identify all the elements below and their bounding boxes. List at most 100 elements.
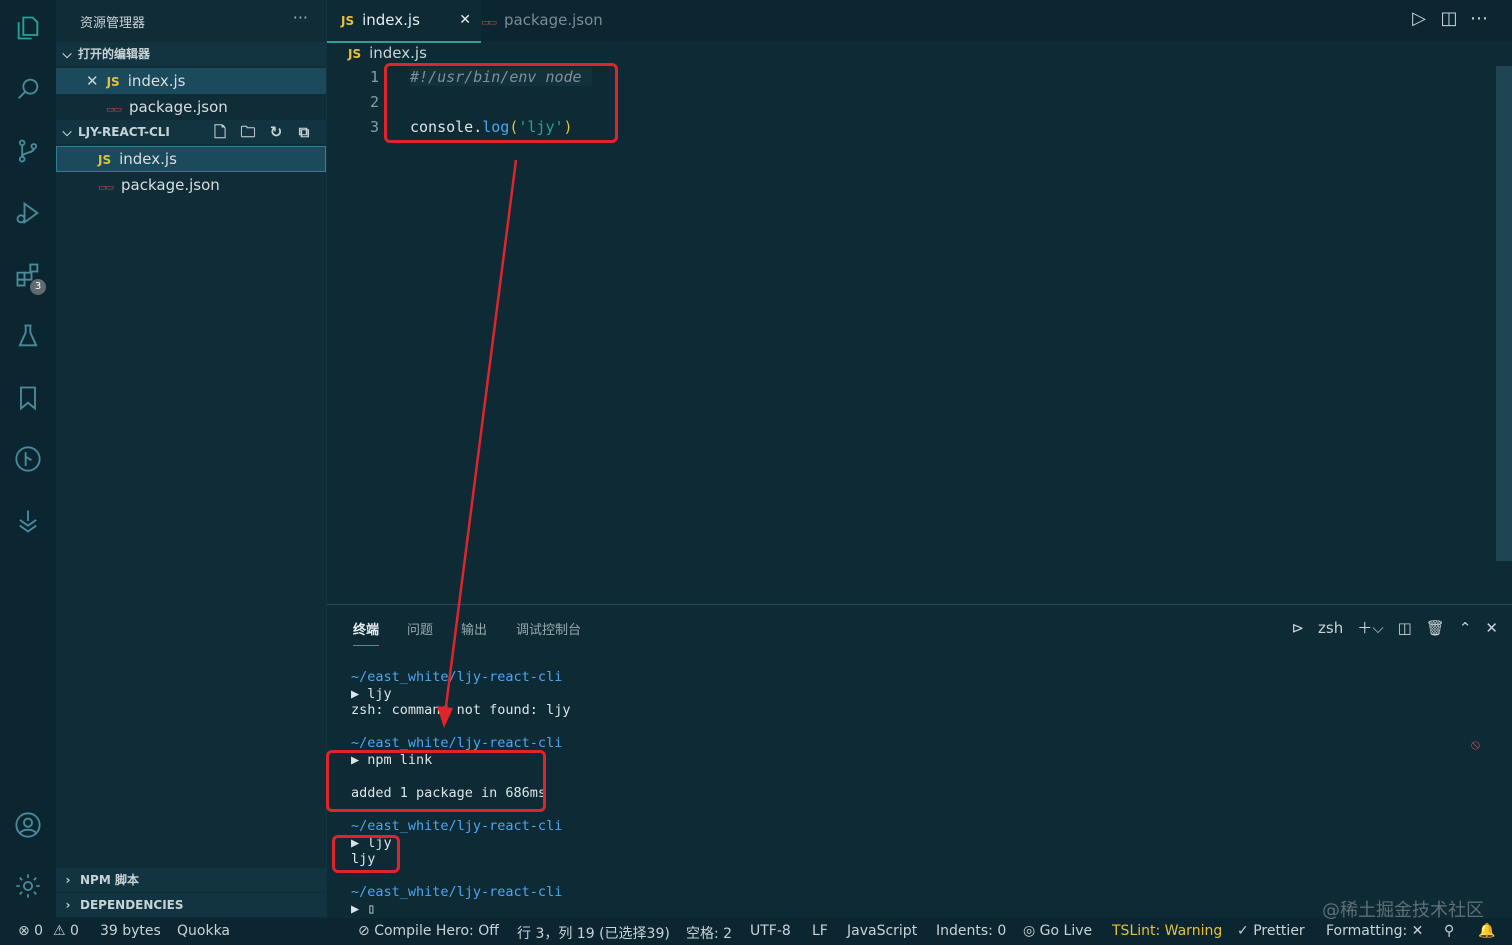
editor-scrollbar[interactable]	[1496, 66, 1512, 561]
new-file-icon[interactable]: 🗋	[206, 120, 234, 144]
formatting-status[interactable]: Formatting: ✕	[1326, 923, 1423, 939]
source-control-icon[interactable]	[12, 135, 44, 167]
tab-index-js[interactable]: JS index.js ✕	[327, 0, 481, 43]
breadcrumb-file: index.js	[369, 44, 427, 62]
open-editors-label: 打开的编辑器	[78, 47, 151, 61]
extensions-icon[interactable]: 3	[12, 259, 46, 295]
file-name: package.json	[129, 98, 228, 116]
tab-terminal[interactable]: 终端	[353, 619, 380, 646]
project-section[interactable]: ⌵ LJY-REACT-CLI 🗋 🗀 ↻ ⧉	[56, 120, 326, 144]
tab-label: index.js	[362, 11, 420, 29]
annotation-box-code	[384, 63, 618, 143]
terminal-line: ~/east_white/ljy-react-cli	[351, 818, 563, 834]
close-icon[interactable]: ✕	[459, 0, 471, 41]
terminal-line: zsh: command not found: ljy	[351, 702, 571, 718]
status-bar: ⊗ 0 ⚠ 0 39 bytes Quokka ⊘ Compile Hero: …	[0, 918, 1512, 945]
file-name: index.js	[119, 150, 177, 168]
terminal-line: ~/east_white/ljy-react-cli	[351, 884, 563, 900]
maximize-icon[interactable]: ⌃	[1459, 619, 1472, 637]
language-mode[interactable]: JavaScript	[847, 923, 917, 939]
indents-status[interactable]: Indents: 0	[936, 923, 1006, 939]
json-file-icon: ▭▭	[106, 105, 122, 115]
json-file-icon: ▭▭	[481, 18, 497, 28]
bookmarks-icon[interactable]	[12, 382, 44, 414]
compile-hero-status[interactable]: ⊘ Compile Hero: Off	[358, 923, 499, 939]
broadcast-icon: ◎	[1023, 923, 1040, 939]
terminal-prompt[interactable]: ▶ ▯	[351, 901, 375, 917]
line-number: 3	[369, 118, 379, 136]
terminal-line: ~/east_white/ljy-react-cli	[351, 669, 563, 685]
refresh-icon[interactable]: ↻	[262, 120, 290, 144]
tab-output[interactable]: 输出	[461, 619, 487, 638]
run-debug-icon[interactable]	[12, 197, 44, 229]
split-terminal-icon[interactable]: ◫	[1398, 619, 1412, 637]
chevron-down-icon: ⌵	[62, 47, 72, 61]
extensions-badge: 3	[30, 279, 46, 295]
trash-icon[interactable]: 🗑	[1426, 619, 1445, 637]
search-icon[interactable]	[12, 73, 44, 105]
notifications-icon[interactable]: 🔔	[1478, 923, 1495, 939]
git-graph-icon[interactable]	[12, 443, 44, 475]
file-name: index.js	[127, 72, 186, 90]
open-editors-section[interactable]: ⌵ 打开的编辑器	[56, 42, 326, 66]
terminal-line: ▶ ljy	[351, 686, 392, 702]
errors-count[interactable]: ⊗ 0	[18, 923, 43, 939]
settings-icon[interactable]	[12, 870, 44, 902]
encoding[interactable]: UTF-8	[750, 923, 791, 939]
more-actions-icon[interactable]: ⋯	[1464, 8, 1494, 29]
collapse-all-icon[interactable]: ⧉	[290, 120, 318, 144]
split-editor-icon[interactable]: ◫	[1434, 8, 1464, 29]
tab-label: package.json	[504, 11, 603, 29]
js-file-icon: JS	[348, 47, 362, 61]
chevron-right-icon: ›	[65, 898, 71, 912]
cursor-position[interactable]: 行 3，列 19 (已选择39)	[517, 923, 670, 943]
file-size[interactable]: 39 bytes	[100, 923, 161, 939]
shell-name[interactable]: zsh	[1318, 619, 1343, 637]
explorer-icon[interactable]	[12, 12, 44, 44]
tab-package-json[interactable]: ▭▭ package.json	[481, 0, 631, 41]
breadcrumb[interactable]: JS index.js	[348, 44, 427, 62]
npm-scripts-label: NPM 脚本	[80, 873, 139, 887]
no-bell-icon: ⦸	[1470, 737, 1480, 753]
annotation-box-npm-link	[326, 750, 546, 812]
deploy-icon[interactable]	[12, 505, 44, 537]
close-icon[interactable]: ✕	[1485, 619, 1498, 637]
open-editor-item-package[interactable]: ▭▭ package.json	[56, 94, 326, 120]
prettier-status[interactable]: ✓ Prettier	[1237, 923, 1305, 939]
tree-item-index[interactable]: JS index.js	[56, 146, 326, 172]
js-file-icon: JS	[98, 153, 112, 167]
terminal-icon[interactable]: ⊳	[1291, 619, 1304, 637]
project-label: LJY-REACT-CLI	[78, 125, 170, 139]
indent-spaces[interactable]: 空格: 2	[686, 923, 732, 943]
open-editor-item-index[interactable]: ✕ JS index.js	[56, 68, 326, 94]
chevron-right-icon: ›	[65, 873, 71, 887]
more-actions-icon[interactable]: ···	[293, 8, 308, 27]
tree-item-package[interactable]: ▭▭ package.json	[56, 172, 326, 198]
account-icon[interactable]	[12, 809, 44, 841]
tslint-status[interactable]: TSLint: Warning	[1112, 923, 1222, 939]
tab-debug-console[interactable]: 调试控制台	[516, 619, 581, 638]
add-terminal-icon[interactable]: ＋⌵	[1357, 617, 1383, 638]
activity-bar: 3	[0, 0, 56, 918]
live-share-icon[interactable]: ⚲	[1444, 923, 1454, 939]
end-of-line[interactable]: LF	[812, 923, 828, 939]
js-file-icon: JS	[341, 14, 355, 28]
line-number: 1	[369, 68, 379, 86]
tab-problems[interactable]: 问题	[407, 619, 433, 638]
go-live-button[interactable]: ◎ Go Live	[1023, 923, 1092, 939]
broadcast-off-icon: ⊘	[358, 923, 375, 939]
quokka-status[interactable]: Quokka	[177, 923, 230, 939]
explorer-sidebar: 资源管理器 ··· ⌵ 打开的编辑器 ✕ JS index.js ▭▭ package.…	[56, 0, 327, 918]
warnings-count[interactable]: ⚠ 0	[53, 923, 79, 939]
watermark: @稀土掘金技术社区	[1322, 900, 1484, 921]
run-icon[interactable]: ▷	[1404, 8, 1434, 29]
line-number: 2	[369, 93, 379, 111]
close-icon[interactable]: ✕	[86, 72, 99, 90]
dependencies-label: DEPENDENCIES	[80, 898, 184, 912]
dependencies-section[interactable]: › DEPENDENCIES	[56, 893, 327, 917]
testing-icon[interactable]	[12, 320, 44, 352]
new-folder-icon[interactable]: 🗀	[234, 120, 262, 144]
chevron-down-icon: ⌵	[62, 125, 72, 139]
go-live-label: Go Live	[1039, 923, 1093, 939]
npm-scripts-section[interactable]: › NPM 脚本	[56, 868, 327, 892]
